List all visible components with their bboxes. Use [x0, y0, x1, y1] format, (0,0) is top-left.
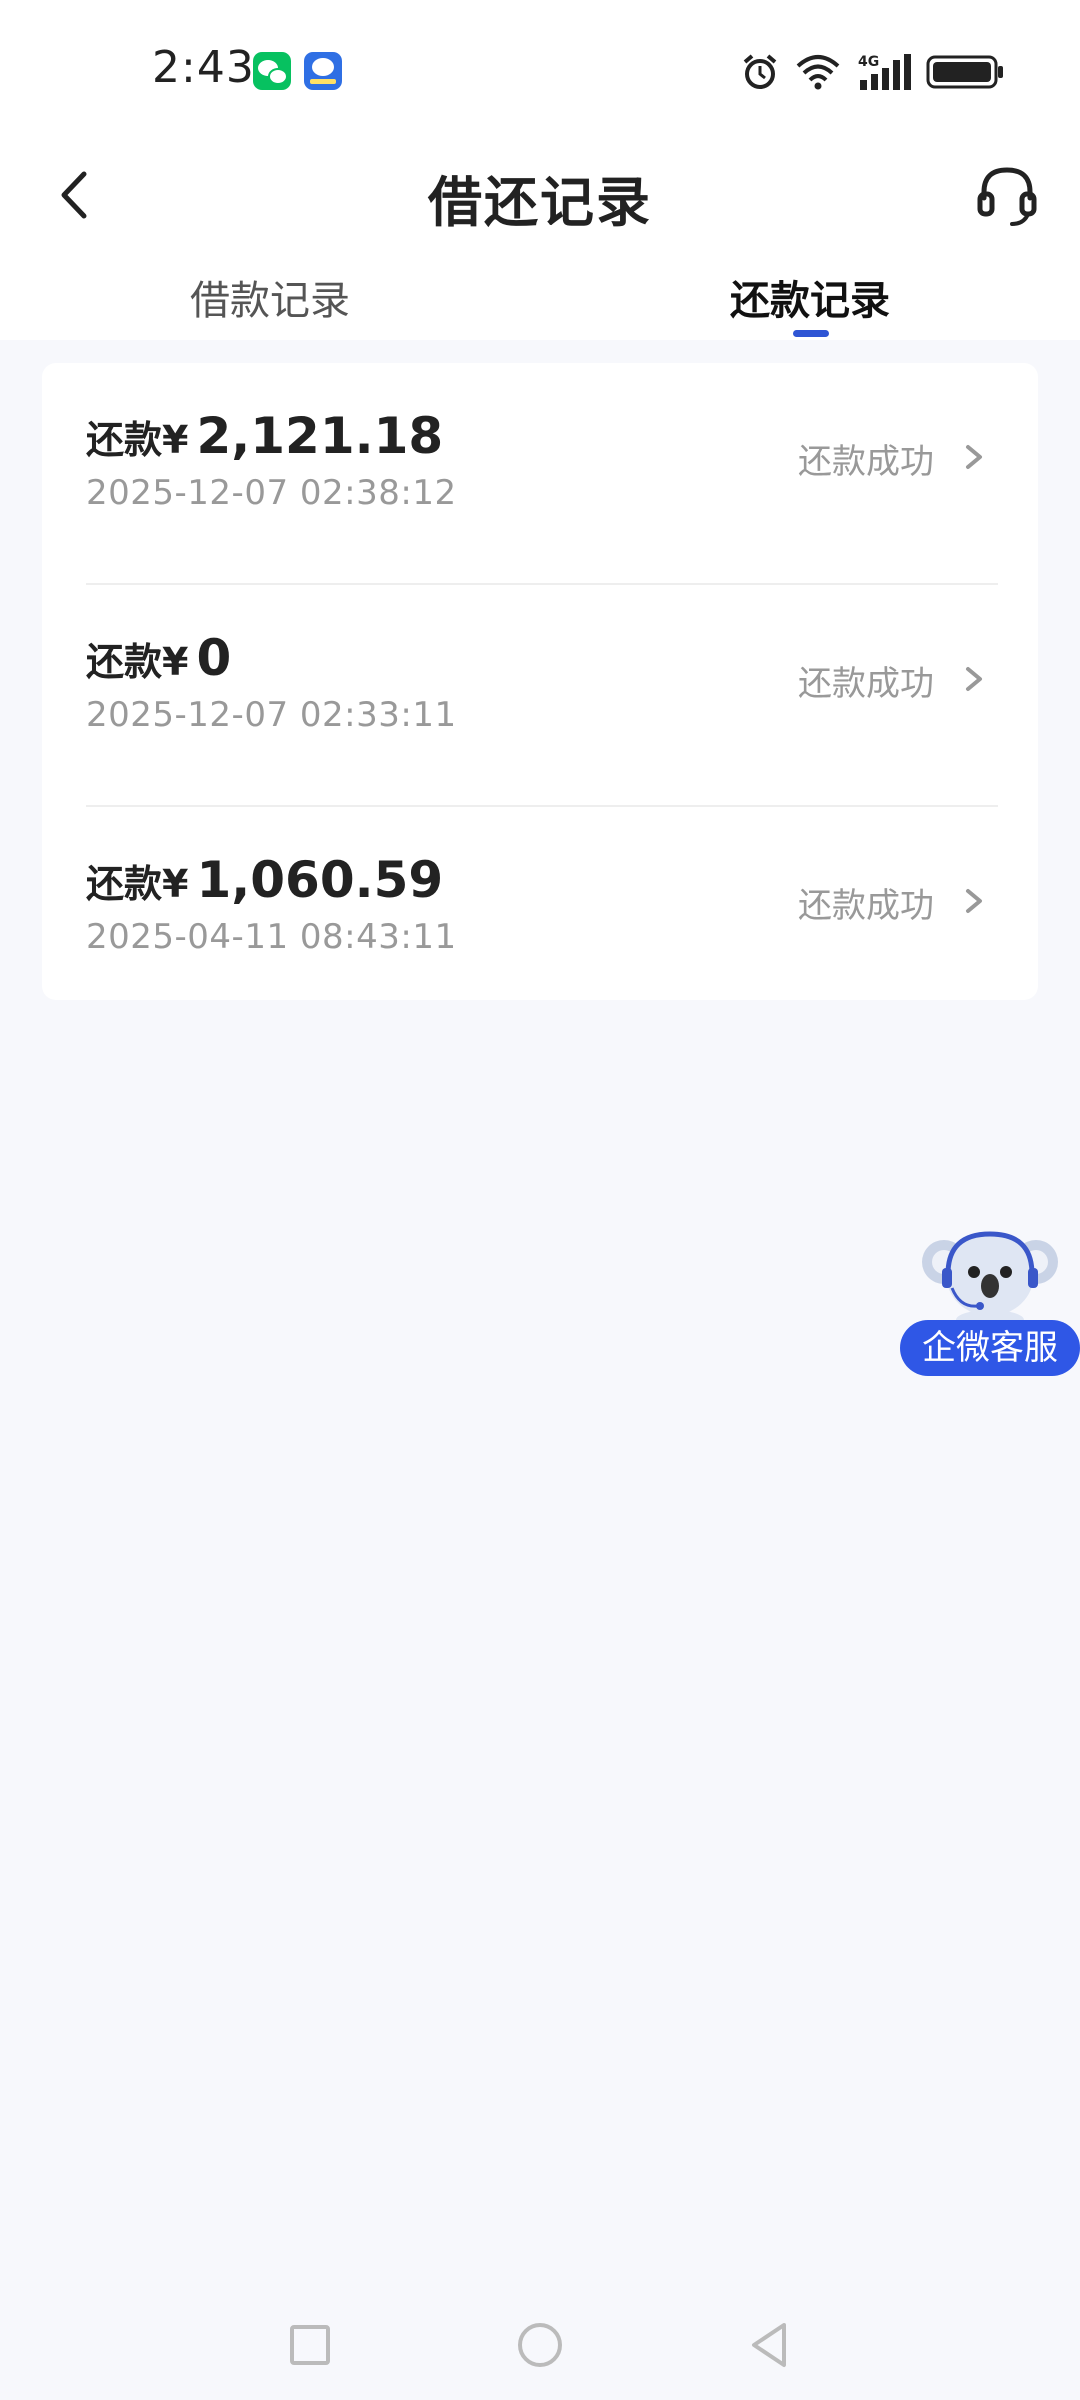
tab-loan-records[interactable]: 借款记录 — [190, 268, 350, 326]
amount-prefix: 还款¥ — [86, 418, 189, 462]
amount-prefix: 还款¥ — [86, 862, 189, 906]
list-item[interactable]: 还款¥ 2,121.18 2025-12-07 02:38:12 还款成功 — [42, 363, 1038, 585]
koala-mascot-icon — [922, 1231, 1058, 1327]
wecom-service-button[interactable]: 企微客服 — [898, 1222, 1080, 1382]
alarm-icon — [743, 54, 777, 89]
amount-value: 2,121.18 — [196, 407, 444, 465]
record-time: 2025-12-07 02:33:11 — [86, 695, 457, 735]
tab-repayment-records[interactable]: 还款记录 — [730, 268, 890, 326]
record-amount: 还款¥ 0 — [86, 629, 231, 687]
koala-app-icon — [304, 52, 342, 90]
signal-4g-icon: 4G — [858, 54, 911, 90]
headset-icon — [977, 167, 1037, 226]
repayment-records-list: 还款¥ 2,121.18 2025-12-07 02:38:12 还款成功 还款… — [42, 363, 1038, 1000]
record-status: 还款成功 — [798, 442, 934, 482]
battery-icon — [926, 55, 1003, 89]
chevron-right-icon — [966, 445, 982, 469]
service-label: 企微客服 — [900, 1320, 1080, 1376]
page-title: 借还记录 — [428, 171, 652, 234]
repayment-records-page: 2:43 4G 借还记录 借款记录 还款记录 还款¥ 2,121.18 2025… — [0, 0, 1080, 2400]
network-label: 4G — [858, 54, 879, 70]
record-time: 2025-12-07 02:38:12 — [86, 473, 457, 513]
list-item[interactable]: 还款¥ 1,060.59 2025-04-11 08:43:11 还款成功 — [42, 807, 1038, 1029]
customer-support-button[interactable] — [972, 160, 1042, 230]
recent-apps-icon[interactable] — [280, 2315, 340, 2375]
amount-prefix: 还款¥ — [86, 640, 189, 684]
record-amount: 还款¥ 2,121.18 — [86, 407, 443, 465]
system-status-icons: 4G — [740, 50, 1004, 94]
back-triangle-icon[interactable] — [740, 2315, 800, 2375]
wifi-icon — [796, 55, 840, 90]
wechat-icon — [253, 52, 291, 90]
page-header: 借还记录 — [0, 140, 1080, 250]
record-status: 还款成功 — [798, 664, 934, 704]
chevron-right-icon — [966, 667, 982, 691]
record-time: 2025-04-11 08:43:11 — [86, 917, 457, 957]
status-bar: 2:43 4G — [0, 0, 1080, 140]
active-tab-indicator — [793, 330, 829, 337]
record-amount: 还款¥ 1,060.59 — [86, 851, 443, 909]
amount-value: 1,060.59 — [196, 851, 444, 909]
list-item[interactable]: 还款¥ 0 2025-12-07 02:33:11 还款成功 — [42, 585, 1038, 807]
record-status: 还款成功 — [798, 886, 934, 926]
system-nav-bar — [0, 2290, 1080, 2400]
home-icon[interactable] — [510, 2315, 570, 2375]
status-time: 2:43 — [152, 42, 255, 93]
chevron-right-icon — [966, 889, 982, 913]
record-tabs: 借款记录 还款记录 — [0, 250, 1080, 340]
amount-value: 0 — [196, 629, 232, 687]
